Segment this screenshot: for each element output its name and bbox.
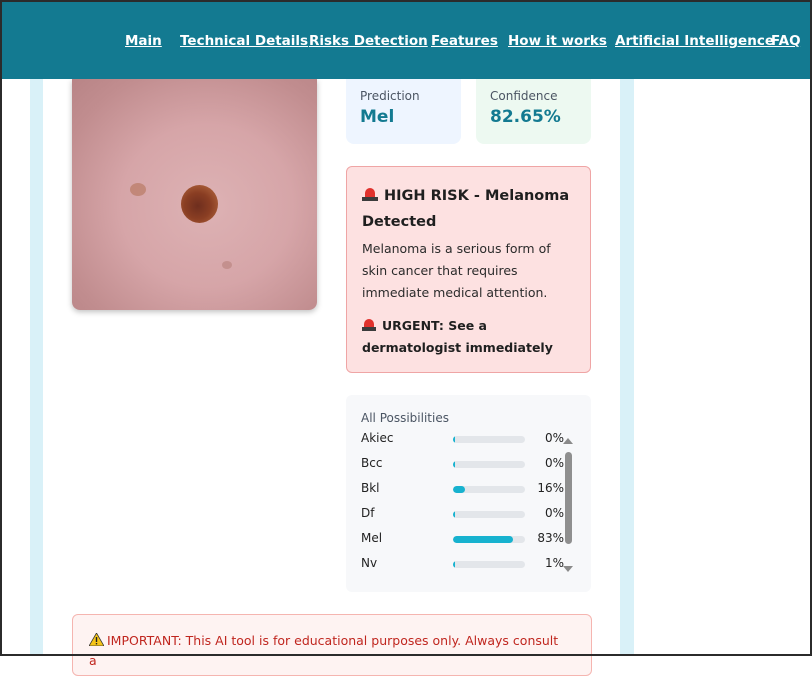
possibility-bar-track [453, 461, 525, 468]
possibility-row: Df 0% [361, 506, 566, 522]
possibility-percent: 0% [544, 456, 564, 470]
nav-link-features[interactable]: Features [431, 33, 498, 49]
nav-link-technical-details[interactable]: Technical Details [180, 33, 308, 49]
possibility-row: Bcc 0% [361, 456, 566, 472]
prediction-box: Prediction Mel [346, 79, 461, 144]
confidence-box: Confidence 82.65% [476, 79, 591, 144]
risk-urgent: URGENT: See a dermatologist immediately [362, 315, 582, 359]
possibility-row: Bkl 16% [361, 481, 566, 497]
nav-link-faq[interactable]: FAQ [771, 33, 801, 49]
possibility-name: Akiec [361, 431, 394, 445]
possibility-bar-track [453, 561, 525, 568]
possibility-bar-track [453, 486, 525, 493]
possibility-percent: 0% [544, 506, 564, 520]
possibility-name: Nv [361, 556, 378, 570]
possibility-percent: 83% [537, 531, 564, 545]
possibilities-panel[interactable]: All Possibilities Akiec 0% Bcc 0% Bkl 16% Df 0%… [346, 395, 591, 592]
possibility-percent: 1% [544, 556, 564, 570]
confidence-label: Confidence [490, 89, 558, 103]
possibility-name: Bcc [361, 456, 383, 470]
nav-link-how-it-works[interactable]: How it works [508, 33, 607, 49]
risk-title: HIGH RISK - Melanoma Detected [362, 183, 582, 235]
window-frame-top [0, 0, 812, 2]
scroll-up-arrow-icon[interactable] [563, 438, 573, 444]
window-frame-left [0, 0, 2, 656]
possibility-bar-fill [453, 561, 455, 568]
confidence-value: 82.65% [490, 107, 561, 127]
possibility-bar-track [453, 511, 525, 518]
prediction-label: Prediction [360, 89, 420, 103]
prediction-value: Mel [360, 107, 395, 127]
disclaimer-message: IMPORTANT: This AI tool is for education… [89, 633, 559, 668]
risk-alert: HIGH RISK - Melanoma Detected Melanoma i… [346, 166, 591, 373]
possibility-bar-track [453, 436, 525, 443]
disclaimer-box: IMPORTANT: This AI tool is for education… [72, 614, 592, 676]
possibility-name: Mel [361, 531, 383, 545]
possibility-bar-fill [453, 461, 455, 468]
possibility-name: Df [361, 506, 375, 520]
disclaimer-text: IMPORTANT: This AI tool is for education… [89, 631, 559, 671]
possibility-percent: 16% [537, 481, 564, 495]
lesion-mole [181, 185, 218, 223]
possibility-bar-fill [453, 511, 455, 518]
lesion-image [72, 79, 317, 310]
risk-title-text: HIGH RISK - Melanoma Detected [362, 188, 570, 230]
possibilities-title: All Possibilities [361, 411, 449, 425]
risk-description: Melanoma is a serious form of skin cance… [362, 241, 551, 300]
possibility-percent: 0% [544, 431, 564, 445]
scroll-down-arrow-icon[interactable] [563, 566, 573, 572]
possibility-row: Akiec 0% [361, 431, 566, 447]
possibility-name: Bkl [361, 481, 380, 495]
risk-urgent-text: URGENT: See a dermatologist immediately [362, 318, 553, 355]
siren-icon [362, 319, 376, 331]
nav-link-risks-detection[interactable]: Risks Detection [309, 33, 428, 49]
nav-link-main[interactable]: Main [125, 33, 162, 49]
skin-spot [130, 183, 146, 196]
possibility-row: Nv 1% [361, 556, 566, 572]
possibility-bar-fill [453, 436, 455, 443]
possibility-bar-fill [453, 486, 465, 493]
siren-icon [362, 188, 378, 201]
possibility-row: Mel 83% [361, 531, 566, 547]
skin-spot [222, 261, 232, 269]
top-navbar: Main Technical Details Risks Detection F… [0, 2, 812, 79]
possibility-bar-track [453, 536, 525, 543]
possibility-bar-fill [453, 536, 513, 543]
nav-link-artificial-intelligence[interactable]: Artificial Intelligence [615, 33, 774, 49]
scrollbar-thumb[interactable] [565, 452, 572, 544]
